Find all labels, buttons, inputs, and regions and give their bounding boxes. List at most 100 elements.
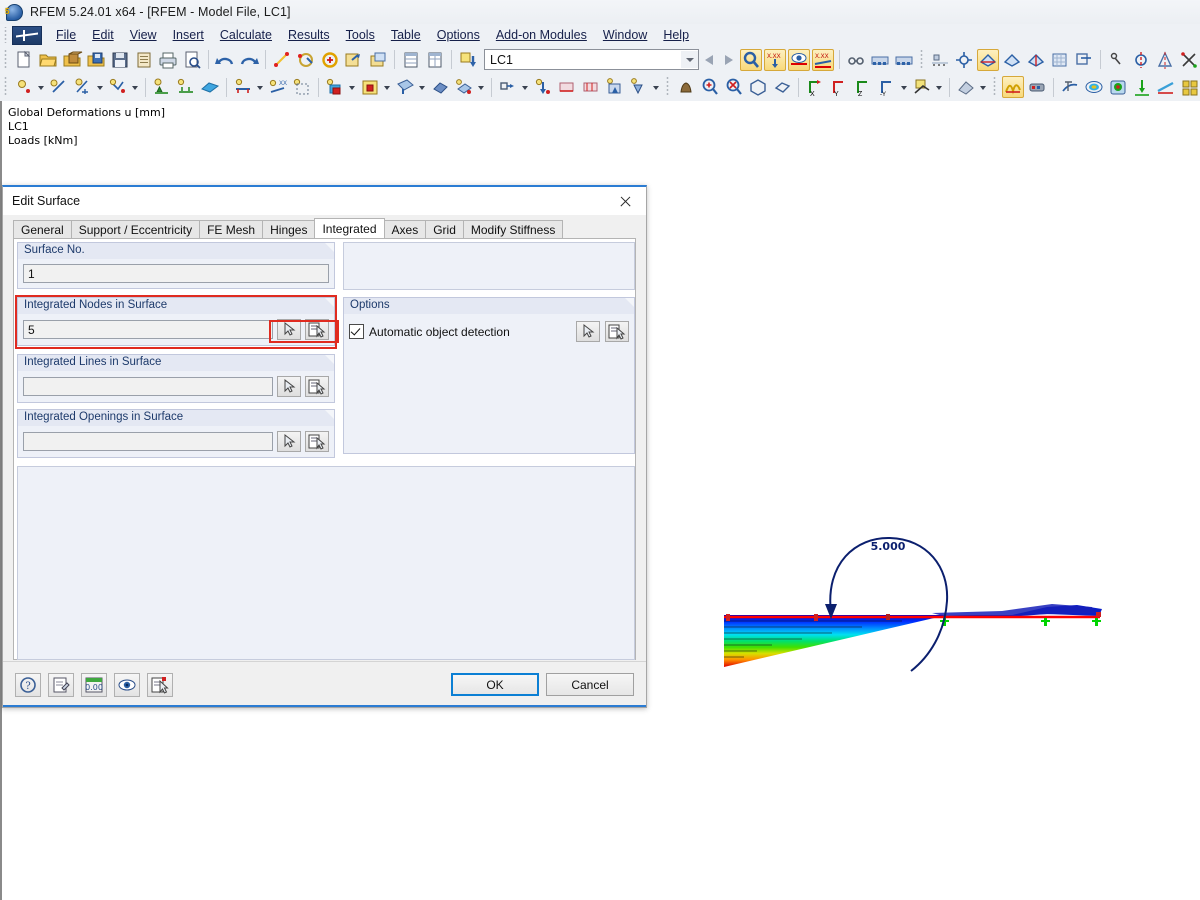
- load-free-icon[interactable]: [604, 76, 626, 98]
- results-view-icon[interactable]: [788, 48, 810, 71]
- model-viewport[interactable]: Global Deformations u [mm] LC1 Loads [kN…: [0, 101, 1200, 900]
- units-icon[interactable]: 0.00: [81, 672, 107, 697]
- chevron-down-icon[interactable]: [255, 76, 266, 98]
- results-scale-icon[interactable]: X.XX: [812, 48, 834, 71]
- member-set-icon[interactable]: [497, 76, 519, 98]
- add-mesh-icon[interactable]: [291, 76, 313, 98]
- close-icon[interactable]: [604, 188, 646, 215]
- menu-item-file[interactable]: File: [48, 25, 84, 45]
- tab-grid[interactable]: Grid: [425, 220, 464, 238]
- chevron-down-icon[interactable]: [95, 76, 106, 98]
- menu-item-view[interactable]: View: [122, 25, 165, 45]
- menu-item-tools[interactable]: Tools: [338, 25, 383, 45]
- load-case-combobox[interactable]: LC1: [484, 49, 699, 70]
- toolbar-grip-handle[interactable]: [991, 77, 999, 97]
- open-file-icon[interactable]: [37, 49, 59, 71]
- view-x-icon[interactable]: X: [804, 76, 826, 98]
- wireframe-icon[interactable]: [1001, 49, 1023, 71]
- surface-no-input[interactable]: 1: [23, 263, 329, 283]
- add-dim-line-icon[interactable]: [72, 76, 94, 98]
- solid-model-icon[interactable]: [1025, 49, 1047, 71]
- zoom-out-icon[interactable]: [723, 76, 745, 98]
- chevron-down-icon[interactable]: [36, 76, 47, 98]
- comment-icon[interactable]: [48, 672, 74, 697]
- menu-item-results[interactable]: Results: [280, 25, 338, 45]
- ok-button[interactable]: OK: [451, 673, 539, 696]
- import-load-icon[interactable]: [457, 49, 479, 71]
- select-openings-in-graphic-icon[interactable]: [277, 430, 301, 452]
- menu-item-help[interactable]: Help: [655, 25, 697, 45]
- edit-line-icon[interactable]: [295, 49, 317, 71]
- tab-modify-stiffness[interactable]: Modify Stiffness: [462, 220, 564, 238]
- load-apply-icon[interactable]: [628, 76, 650, 98]
- chevron-down-icon[interactable]: [934, 76, 945, 98]
- zoom-in-icon[interactable]: [699, 76, 721, 98]
- options-select-in-graphic-icon[interactable]: [576, 321, 600, 342]
- menu-item-addon-modules[interactable]: Add-on Modules: [488, 25, 595, 45]
- add-node-icon[interactable]: [13, 76, 35, 98]
- menu-item-edit[interactable]: Edit: [84, 25, 122, 45]
- perspective-icon[interactable]: [955, 76, 977, 98]
- save-package-icon[interactable]: [85, 49, 107, 71]
- visibility-icon[interactable]: [114, 672, 140, 697]
- grid-snap-icon[interactable]: [929, 49, 951, 71]
- integrated-lines-input[interactable]: [23, 376, 273, 396]
- chevron-down-icon[interactable]: [681, 51, 698, 68]
- chevron-down-icon[interactable]: [347, 76, 358, 98]
- panel-results-icon[interactable]: [1179, 76, 1200, 98]
- menu-item-options[interactable]: Options: [429, 25, 488, 45]
- pan-hand-icon[interactable]: [675, 76, 697, 98]
- render-mode-icon[interactable]: [911, 76, 933, 98]
- add-member-icon[interactable]: [232, 76, 254, 98]
- select-openings-from-list-icon[interactable]: [305, 430, 329, 452]
- chevron-down-icon[interactable]: [651, 76, 662, 98]
- cross-snap-icon[interactable]: [1178, 49, 1200, 71]
- tab-fe-mesh[interactable]: FE Mesh: [199, 220, 264, 238]
- integrated-nodes-input[interactable]: 5: [23, 319, 273, 339]
- select-object-icon[interactable]: [147, 672, 173, 697]
- help-icon[interactable]: ?: [15, 672, 41, 697]
- zoom-window-icon[interactable]: [771, 76, 793, 98]
- tab-integrated[interactable]: Integrated: [314, 218, 385, 238]
- results-bar-icon[interactable]: [1026, 76, 1048, 98]
- edit-surface-icon[interactable]: [343, 49, 365, 71]
- support-results-icon[interactable]: [1131, 76, 1153, 98]
- add-polyline-icon[interactable]: [107, 76, 129, 98]
- add-line-support-icon[interactable]: [175, 76, 197, 98]
- select-lines-from-list-icon[interactable]: [305, 375, 329, 397]
- tab-hinges[interactable]: Hinges: [262, 220, 316, 238]
- deformation-active-icon[interactable]: [1002, 76, 1024, 98]
- table-detail-icon[interactable]: [424, 49, 446, 71]
- mirror-axis-icon[interactable]: [1130, 49, 1152, 71]
- chevron-down-icon[interactable]: [130, 76, 141, 98]
- line-results-icon[interactable]: [1155, 76, 1177, 98]
- redo-icon[interactable]: [238, 49, 260, 71]
- integrated-openings-input[interactable]: [23, 431, 273, 451]
- integrated-objects-listbox[interactable]: [17, 466, 635, 660]
- chevron-down-icon[interactable]: [476, 76, 487, 98]
- load-surface-icon[interactable]: [580, 76, 602, 98]
- view-y-icon[interactable]: Y: [828, 76, 850, 98]
- print-icon[interactable]: [157, 49, 179, 71]
- mirror-plane-icon[interactable]: [1154, 49, 1176, 71]
- render-surface-icon[interactable]: [1049, 49, 1071, 71]
- add-load-icon[interactable]: [394, 76, 416, 98]
- nav-next-icon[interactable]: [719, 49, 739, 71]
- chevron-down-icon[interactable]: [382, 76, 393, 98]
- chevron-down-icon[interactable]: [520, 76, 531, 98]
- clipboard-icon[interactable]: [133, 49, 155, 71]
- add-member-xx-icon[interactable]: XX: [267, 76, 289, 98]
- toolbar-grip-handle[interactable]: [664, 77, 672, 97]
- select-nodes-in-graphic-icon[interactable]: [277, 318, 301, 340]
- render-bar-icon[interactable]: [869, 49, 891, 71]
- solid-results-icon[interactable]: [1107, 76, 1129, 98]
- toolbar-grip-handle[interactable]: [918, 49, 926, 70]
- edit-member-icon[interactable]: [319, 49, 341, 71]
- view-z-icon[interactable]: Z: [852, 76, 874, 98]
- add-support-icon[interactable]: [151, 76, 173, 98]
- new-file-icon[interactable]: [13, 49, 35, 71]
- snap-center-icon[interactable]: [953, 49, 975, 71]
- options-select-from-list-icon[interactable]: [605, 321, 629, 342]
- surface-load-icon[interactable]: [453, 76, 475, 98]
- edit-surface-dialog[interactable]: Edit Surface General Support / Eccentric…: [2, 185, 647, 708]
